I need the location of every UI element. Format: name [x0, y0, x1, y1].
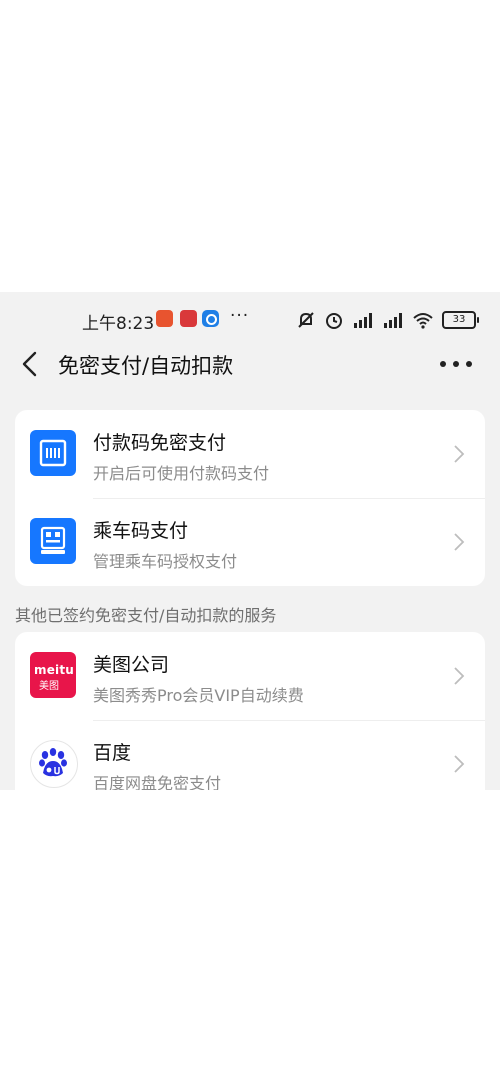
other-services-card: meitu 美图 美图公司 美图秀秀Pro会员VIP自动续费 百度 百度网盘免密…: [15, 632, 485, 790]
chevron-right-icon: [454, 445, 465, 463]
signal-icon: [384, 313, 402, 328]
app-header: 免密支付/自动扣款: [0, 340, 500, 388]
battery-icon: 33: [442, 311, 479, 329]
list-item-transit-code[interactable]: 乘车码支付 管理乘车码授权支付: [15, 498, 485, 586]
dot-icon: [453, 361, 459, 367]
status-time: 上午8:23: [82, 314, 155, 334]
notification-app-icon: [156, 310, 173, 327]
list-item-payment-code[interactable]: 付款码免密支付 开启后可使用付款码支付: [15, 410, 485, 498]
list-item-meitu[interactable]: meitu 美图 美图公司 美图秀秀Pro会员VIP自动续费: [15, 632, 485, 720]
baidu-logo: [30, 740, 78, 788]
dot-icon: [440, 361, 446, 367]
transit-code-icon: [30, 518, 76, 564]
wifi-icon: [413, 313, 433, 329]
list-item-baidu[interactable]: 百度 百度网盘免密支付: [15, 720, 485, 790]
back-button[interactable]: [14, 348, 46, 380]
chevron-right-icon: [454, 667, 465, 685]
phone-screen: 上午8:23 ··· 33 免密支付/自动扣款 付款码免密支付 开启后可使用付款…: [0, 292, 500, 790]
status-indicators: 33: [296, 310, 479, 330]
meitu-logo-subtext: 美图: [39, 681, 59, 692]
meitu-logo-text: meitu: [34, 663, 75, 677]
item-subtitle: 百度网盘免密支付: [93, 774, 222, 790]
more-options-button[interactable]: [440, 352, 472, 376]
item-subtitle: 开启后可使用付款码支付: [93, 464, 270, 483]
item-subtitle: 管理乘车码授权支付: [93, 552, 238, 571]
payment-code-icon: [30, 430, 76, 476]
chevron-right-icon: [454, 755, 465, 773]
notification-app-icon: [202, 310, 219, 327]
signal-icon: [354, 313, 372, 328]
dot-icon: [466, 361, 472, 367]
chevron-right-icon: [454, 533, 465, 551]
item-title: 乘车码支付: [93, 520, 189, 542]
page-title: 免密支付/自动扣款: [58, 354, 234, 378]
section-label: 其他已签约免密支付/自动扣款的服务: [15, 606, 277, 625]
item-title: 美图公司: [93, 654, 170, 676]
meitu-logo: meitu 美图: [30, 652, 76, 698]
item-title: 付款码免密支付: [93, 432, 227, 454]
alarm-icon: [326, 313, 342, 329]
mute-icon: [298, 312, 314, 328]
item-subtitle: 美图秀秀Pro会员VIP自动续费: [93, 686, 304, 705]
primary-services-card: 付款码免密支付 开启后可使用付款码支付 乘车码支付 管理乘车码授权支付: [15, 410, 485, 586]
notification-app-icon: [180, 310, 197, 327]
more-notifications-icon: ···: [230, 306, 250, 326]
item-title: 百度: [93, 742, 132, 764]
